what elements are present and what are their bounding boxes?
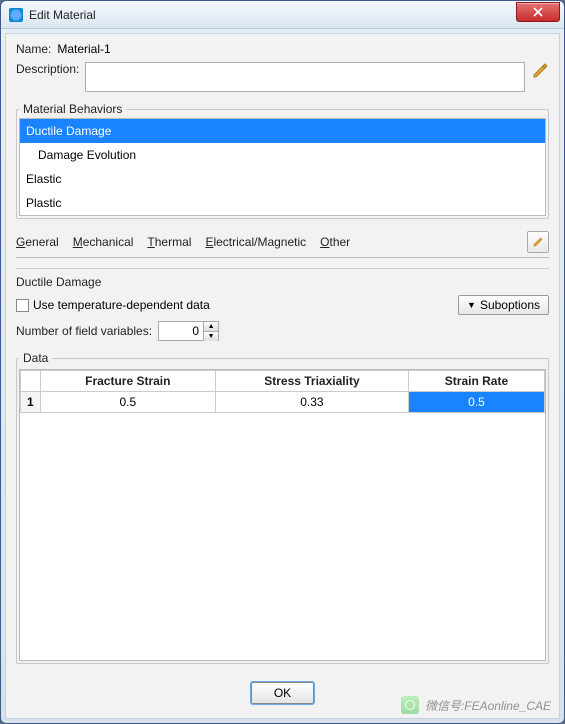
data-legend: Data	[19, 351, 52, 365]
behavior-item[interactable]: Damage Evolution	[20, 143, 546, 167]
app-icon	[9, 8, 23, 22]
field-vars-input[interactable]	[159, 322, 203, 340]
temp-dependent-checkbox[interactable]: Use temperature-dependent data	[16, 298, 210, 312]
name-value: Material-1	[57, 42, 110, 56]
name-label: Name:	[16, 42, 51, 56]
menu-thermal[interactable]: Thermal	[147, 235, 191, 249]
table-cell[interactable]: 0.5	[408, 392, 544, 413]
behavior-item[interactable]: Ductile Damage	[20, 119, 546, 144]
behaviors-list[interactable]: Ductile DamageDamage EvolutionElasticPla…	[19, 118, 546, 216]
ok-button[interactable]: OK	[251, 682, 314, 704]
field-vars-label: Number of field variables:	[16, 324, 152, 338]
table-cell[interactable]: 0.33	[215, 392, 408, 413]
column-header[interactable]: Strain Rate	[408, 371, 544, 392]
dialog-window: Edit Material Name: Material-1 Descripti…	[0, 0, 565, 724]
wechat-icon	[401, 696, 419, 714]
menu-general[interactable]: General	[16, 235, 59, 249]
description-label: Description:	[16, 62, 79, 76]
stepper-up-icon[interactable]: ▲	[204, 322, 218, 332]
close-icon	[533, 7, 543, 17]
behavior-item[interactable]: Plastic	[20, 191, 546, 216]
column-header[interactable]: Fracture Strain	[40, 371, 215, 392]
field-vars-stepper[interactable]: ▲ ▼	[158, 321, 219, 341]
suboptions-button[interactable]: ▼ Suboptions	[458, 295, 549, 315]
edit-description-icon[interactable]	[531, 62, 549, 80]
edit-behaviors-button[interactable]	[527, 231, 549, 253]
data-group: Data Fracture StrainStress TriaxialitySt…	[16, 351, 549, 664]
dialog-body: Name: Material-1 Description: Material B…	[5, 33, 560, 719]
menu-mechanical[interactable]: Mechanical	[73, 235, 134, 249]
window-title: Edit Material	[29, 8, 516, 22]
chevron-down-icon: ▼	[467, 300, 476, 310]
stepper-down-icon[interactable]: ▼	[204, 332, 218, 341]
description-input[interactable]	[85, 62, 525, 92]
close-button[interactable]	[516, 2, 560, 22]
menu-bar: General Mechanical Thermal Electrical/Ma…	[16, 227, 549, 258]
data-grid[interactable]: Fracture StrainStress TriaxialityStrain …	[19, 369, 546, 661]
menu-electrical[interactable]: Electrical/Magnetic	[205, 235, 306, 249]
suboptions-label: Suboptions	[480, 298, 540, 312]
table-row[interactable]: 10.50.330.5	[21, 392, 545, 413]
watermark: 微信号:FEAonline_CAE	[401, 696, 551, 714]
table-cell[interactable]: 0.5	[40, 392, 215, 413]
behaviors-group: Material Behaviors Ductile DamageDamage …	[16, 102, 549, 219]
menu-other[interactable]: Other	[320, 235, 350, 249]
panel-heading: Ductile Damage	[16, 275, 549, 289]
column-header[interactable]: Stress Triaxiality	[215, 371, 408, 392]
checkbox-icon	[16, 299, 29, 312]
behaviors-legend: Material Behaviors	[19, 102, 126, 116]
temp-dependent-label: Use temperature-dependent data	[33, 298, 210, 312]
behavior-item[interactable]: Elastic	[20, 167, 546, 191]
titlebar: Edit Material	[1, 1, 564, 29]
pencil-icon	[532, 236, 544, 248]
